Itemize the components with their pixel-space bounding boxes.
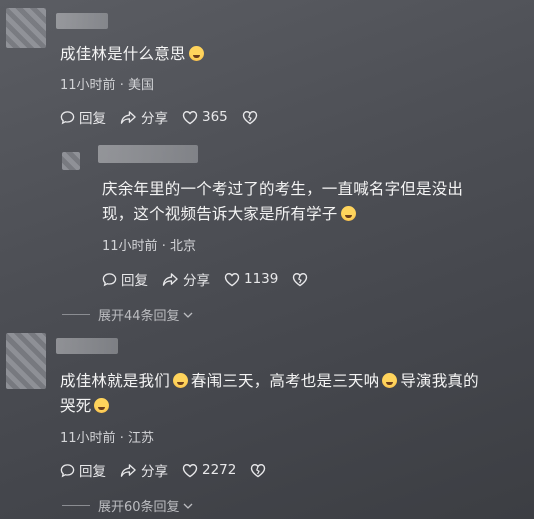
comment-location: 北京 bbox=[169, 239, 196, 254]
share-icon bbox=[120, 110, 136, 124]
laugh-cry-emoji bbox=[188, 46, 204, 61]
broken-heart-icon bbox=[251, 463, 266, 477]
comment-meta: 11小时前 · 江苏 bbox=[60, 427, 154, 446]
comment-text: 庆余年里的一个考过了的考生，一直喊名字但是没出 现，这个视频告诉大家是所有学子 bbox=[102, 177, 522, 227]
username[interactable] bbox=[56, 338, 118, 354]
heart-icon bbox=[182, 110, 198, 124]
comment-body-part2: 春闱三天，高考也是三天呐 bbox=[190, 372, 380, 390]
reply-label: 回复 bbox=[79, 464, 106, 480]
comment-body-line1: 庆余年里的一个考过了的考生，一直喊名字但是没出 bbox=[102, 180, 464, 198]
expand-replies-label: 展开44条回复 bbox=[98, 309, 180, 324]
comment-time: 11小时前 bbox=[60, 431, 116, 446]
share-button[interactable]: 分享 bbox=[120, 460, 168, 480]
comment-meta: 11小时前 · 美国 bbox=[60, 74, 154, 93]
expand-replies-label: 展开60条回复 bbox=[98, 500, 180, 515]
dislike-button[interactable] bbox=[292, 272, 312, 287]
comment-body-line2: 哭死 bbox=[60, 397, 92, 415]
divider bbox=[62, 314, 90, 315]
avatar[interactable] bbox=[6, 333, 46, 389]
share-label: 分享 bbox=[183, 273, 210, 289]
comment-actions: 回复 分享 1139 bbox=[102, 269, 326, 289]
share-icon bbox=[120, 463, 136, 477]
comment-body-part1: 成佳林就是我们 bbox=[60, 372, 170, 390]
chevron-down-icon bbox=[183, 312, 193, 318]
reply-label: 回复 bbox=[79, 111, 106, 127]
expand-replies-button[interactable]: 展开44条回复 bbox=[62, 305, 193, 324]
dislike-button[interactable] bbox=[242, 110, 262, 125]
heart-icon bbox=[182, 463, 198, 477]
divider bbox=[62, 505, 90, 506]
dislike-button[interactable] bbox=[250, 463, 270, 478]
comment-location: 江苏 bbox=[127, 431, 154, 446]
crying-emoji bbox=[94, 398, 110, 413]
like-count: 365 bbox=[202, 109, 228, 125]
reply-icon bbox=[60, 110, 75, 124]
like-count: 1139 bbox=[244, 271, 279, 287]
comment-time: 11小时前 bbox=[60, 78, 116, 93]
like-button[interactable]: 2272 bbox=[182, 462, 236, 478]
meta-separator: · bbox=[161, 239, 166, 254]
crying-emoji bbox=[382, 373, 398, 388]
expand-replies-button[interactable]: 展开60条回复 bbox=[62, 496, 193, 515]
like-button[interactable]: 365 bbox=[182, 109, 228, 125]
username[interactable] bbox=[56, 13, 108, 29]
share-icon bbox=[162, 272, 178, 286]
share-label: 分享 bbox=[141, 111, 168, 127]
heart-icon bbox=[224, 272, 240, 286]
broken-heart-icon bbox=[293, 272, 308, 286]
meta-separator: · bbox=[119, 431, 124, 446]
comment-location: 美国 bbox=[127, 78, 154, 93]
comment-body-line2: 现，这个视频告诉大家是所有学子 bbox=[102, 205, 338, 223]
comment-body: 成佳林是什么意思 bbox=[60, 45, 186, 63]
crying-emoji bbox=[172, 373, 188, 388]
meta-separator: · bbox=[119, 78, 124, 93]
reply-button[interactable]: 回复 bbox=[60, 460, 106, 480]
comment-text: 成佳林就是我们 春闱三天，高考也是三天呐 导演我真的 哭死 bbox=[60, 369, 530, 419]
like-count: 2272 bbox=[202, 462, 237, 478]
comment-text: 成佳林是什么意思 bbox=[60, 42, 207, 67]
comment-time: 11小时前 bbox=[102, 239, 158, 254]
broken-heart-icon bbox=[242, 110, 257, 124]
share-button[interactable]: 分享 bbox=[162, 269, 210, 289]
reply-label: 回复 bbox=[121, 273, 148, 289]
crying-emoji bbox=[340, 206, 356, 221]
reply-button[interactable]: 回复 bbox=[102, 269, 148, 289]
reply-button[interactable]: 回复 bbox=[60, 107, 106, 127]
comment-meta: 11小时前 · 北京 bbox=[102, 235, 196, 254]
share-label: 分享 bbox=[141, 464, 168, 480]
comment-actions: 回复 分享 365 bbox=[60, 107, 276, 127]
comment-actions: 回复 分享 2272 bbox=[60, 460, 284, 480]
comment-body-part3: 导演我真的 bbox=[400, 372, 479, 390]
chevron-down-icon bbox=[183, 503, 193, 509]
reply-icon bbox=[102, 272, 117, 286]
like-button[interactable]: 1139 bbox=[224, 271, 278, 287]
avatar[interactable] bbox=[62, 152, 80, 170]
share-button[interactable]: 分享 bbox=[120, 107, 168, 127]
username[interactable] bbox=[98, 145, 198, 163]
avatar[interactable] bbox=[6, 8, 46, 48]
reply-icon bbox=[60, 463, 75, 477]
